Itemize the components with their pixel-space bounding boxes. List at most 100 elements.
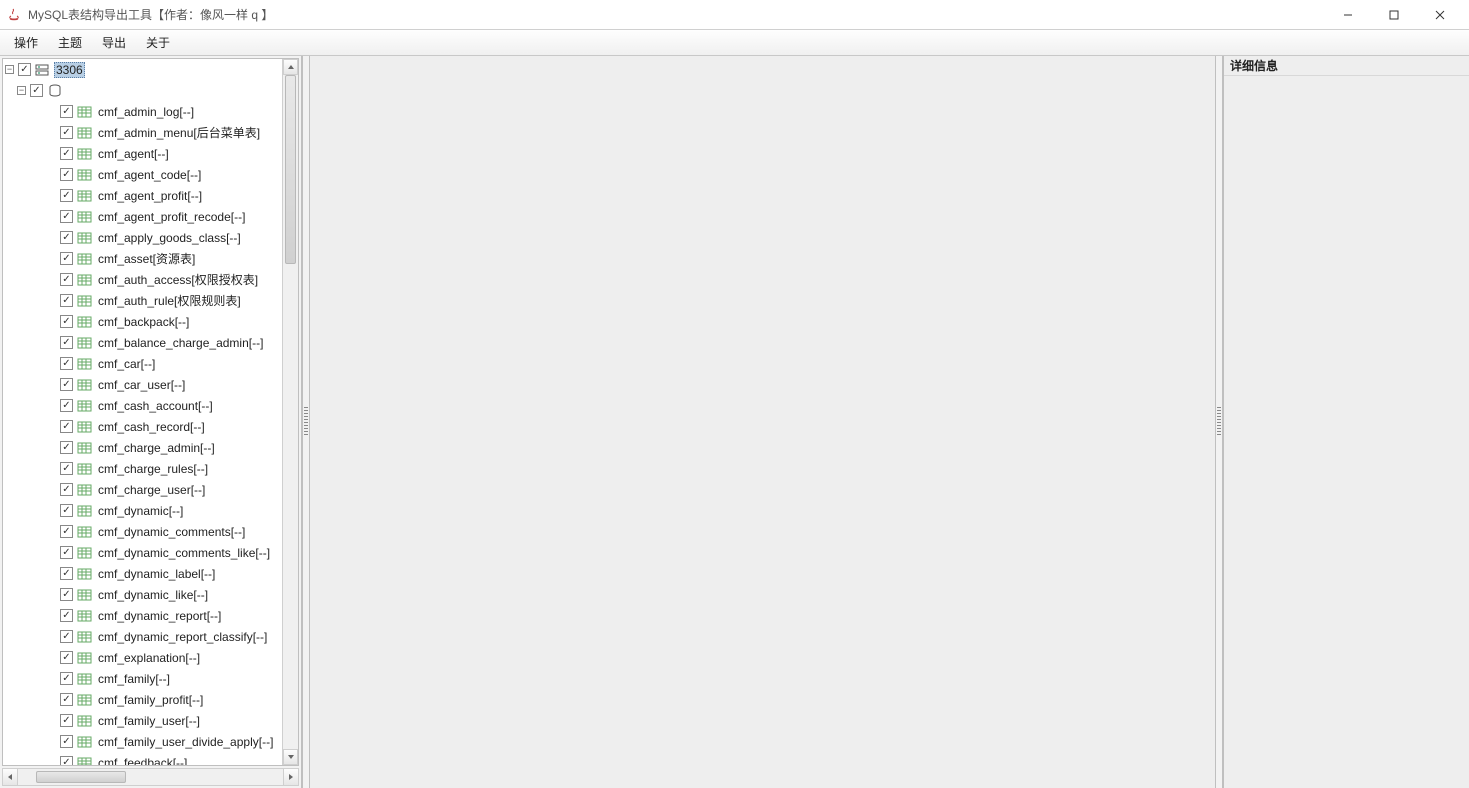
checkbox[interactable] xyxy=(60,504,73,517)
detail-panel: 详细信息 xyxy=(1223,56,1469,788)
tree-database[interactable]: − xyxy=(3,80,282,101)
checkbox[interactable] xyxy=(60,525,73,538)
checkbox[interactable] xyxy=(60,336,73,349)
splitter-left[interactable] xyxy=(302,56,310,788)
minimize-button[interactable] xyxy=(1325,0,1371,30)
checkbox[interactable] xyxy=(60,462,73,475)
checkbox[interactable] xyxy=(60,483,73,496)
scroll-track[interactable] xyxy=(283,75,298,749)
splitter-right[interactable] xyxy=(1215,56,1223,788)
tree-table-29[interactable]: cmf_family_user[--] xyxy=(3,710,282,731)
menu-operate[interactable]: 操作 xyxy=(6,32,46,53)
table-icon xyxy=(77,399,93,413)
checkbox[interactable] xyxy=(60,189,73,202)
tree-table-9[interactable]: cmf_auth_rule[权限规则表] xyxy=(3,290,282,311)
scroll-down-arrow[interactable] xyxy=(283,749,298,765)
checkbox[interactable] xyxy=(60,714,73,727)
tree-table-10[interactable]: cmf_backpack[--] xyxy=(3,311,282,332)
tree-table-19[interactable]: cmf_dynamic[--] xyxy=(3,500,282,521)
toggle-spacer xyxy=(47,128,56,137)
menu-theme[interactable]: 主题 xyxy=(50,32,90,53)
tree-table-24[interactable]: cmf_dynamic_report[--] xyxy=(3,605,282,626)
table-icon xyxy=(77,609,93,623)
checkbox[interactable] xyxy=(60,126,73,139)
tree-table-4[interactable]: cmf_agent_profit[--] xyxy=(3,185,282,206)
checkbox[interactable] xyxy=(60,252,73,265)
checkbox[interactable] xyxy=(60,735,73,748)
tree-table-30[interactable]: cmf_family_user_divide_apply[--] xyxy=(3,731,282,752)
tree-table-1[interactable]: cmf_admin_menu[后台菜单表] xyxy=(3,122,282,143)
scroll-left-arrow[interactable] xyxy=(2,768,18,786)
checkbox[interactable] xyxy=(60,651,73,664)
db-icon xyxy=(47,84,63,98)
tree-table-15[interactable]: cmf_cash_record[--] xyxy=(3,416,282,437)
tree-table-8[interactable]: cmf_auth_access[权限授权表] xyxy=(3,269,282,290)
tree-table-12[interactable]: cmf_car[--] xyxy=(3,353,282,374)
tree-root-server[interactable]: − 3306 xyxy=(3,59,282,80)
tree-table-7[interactable]: cmf_asset[资源表] xyxy=(3,248,282,269)
tree-table-14[interactable]: cmf_cash_account[--] xyxy=(3,395,282,416)
checkbox[interactable] xyxy=(60,546,73,559)
scroll-thumb[interactable] xyxy=(285,75,296,264)
tree-table-0[interactable]: cmf_admin_log[--] xyxy=(3,101,282,122)
checkbox[interactable] xyxy=(60,420,73,433)
checkbox[interactable] xyxy=(60,693,73,706)
checkbox[interactable] xyxy=(60,273,73,286)
toggle-spacer xyxy=(47,317,56,326)
checkbox[interactable] xyxy=(60,105,73,118)
tree-table-26[interactable]: cmf_explanation[--] xyxy=(3,647,282,668)
checkbox[interactable] xyxy=(60,588,73,601)
tree-table-28[interactable]: cmf_family_profit[--] xyxy=(3,689,282,710)
tree-table-31[interactable]: cmf_feedback[--] xyxy=(3,752,282,765)
tree-table-20[interactable]: cmf_dynamic_comments[--] xyxy=(3,521,282,542)
hscroll-track[interactable] xyxy=(18,768,283,786)
expand-toggle[interactable]: − xyxy=(5,65,14,74)
tree-table-5[interactable]: cmf_agent_profit_recode[--] xyxy=(3,206,282,227)
checkbox[interactable] xyxy=(60,231,73,244)
tree-table-25[interactable]: cmf_dynamic_report_classify[--] xyxy=(3,626,282,647)
checkbox[interactable] xyxy=(60,441,73,454)
horizontal-scrollbar[interactable] xyxy=(2,768,299,786)
tree-table-6[interactable]: cmf_apply_goods_class[--] xyxy=(3,227,282,248)
checkbox[interactable] xyxy=(60,315,73,328)
vertical-scrollbar[interactable] xyxy=(282,59,298,765)
checkbox[interactable] xyxy=(60,210,73,223)
tree-table-17[interactable]: cmf_charge_rules[--] xyxy=(3,458,282,479)
toggle-spacer xyxy=(47,695,56,704)
tree-table-23[interactable]: cmf_dynamic_like[--] xyxy=(3,584,282,605)
maximize-button[interactable] xyxy=(1371,0,1417,30)
tree-table-2[interactable]: cmf_agent[--] xyxy=(3,143,282,164)
toggle-spacer xyxy=(47,590,56,599)
tree-table-3[interactable]: cmf_agent_code[--] xyxy=(3,164,282,185)
checkbox[interactable] xyxy=(60,756,73,765)
tree-table-22[interactable]: cmf_dynamic_label[--] xyxy=(3,563,282,584)
tree-table-11[interactable]: cmf_balance_charge_admin[--] xyxy=(3,332,282,353)
close-button[interactable] xyxy=(1417,0,1463,30)
scroll-up-arrow[interactable] xyxy=(283,59,298,75)
tree-table-18[interactable]: cmf_charge_user[--] xyxy=(3,479,282,500)
hscroll-thumb[interactable] xyxy=(36,771,126,783)
tree-table-21[interactable]: cmf_dynamic_comments_like[--] xyxy=(3,542,282,563)
checkbox[interactable] xyxy=(60,147,73,160)
expand-toggle[interactable]: − xyxy=(17,86,26,95)
tree-table-13[interactable]: cmf_car_user[--] xyxy=(3,374,282,395)
tree-table-27[interactable]: cmf_family[--] xyxy=(3,668,282,689)
menu-export[interactable]: 导出 xyxy=(94,32,134,53)
checkbox[interactable] xyxy=(60,168,73,181)
checkbox[interactable] xyxy=(30,84,43,97)
checkbox[interactable] xyxy=(60,378,73,391)
checkbox[interactable] xyxy=(60,630,73,643)
checkbox[interactable] xyxy=(60,399,73,412)
scroll-right-arrow[interactable] xyxy=(283,768,299,786)
table-icon xyxy=(77,546,93,560)
toggle-spacer xyxy=(47,716,56,725)
checkbox[interactable] xyxy=(18,63,31,76)
checkbox[interactable] xyxy=(60,609,73,622)
tree-table-16[interactable]: cmf_charge_admin[--] xyxy=(3,437,282,458)
tree[interactable]: − 3306− cmf_admin_log[--]cmf_admin_menu[… xyxy=(3,59,282,765)
checkbox[interactable] xyxy=(60,672,73,685)
menu-about[interactable]: 关于 xyxy=(138,32,178,53)
checkbox[interactable] xyxy=(60,294,73,307)
checkbox[interactable] xyxy=(60,357,73,370)
checkbox[interactable] xyxy=(60,567,73,580)
